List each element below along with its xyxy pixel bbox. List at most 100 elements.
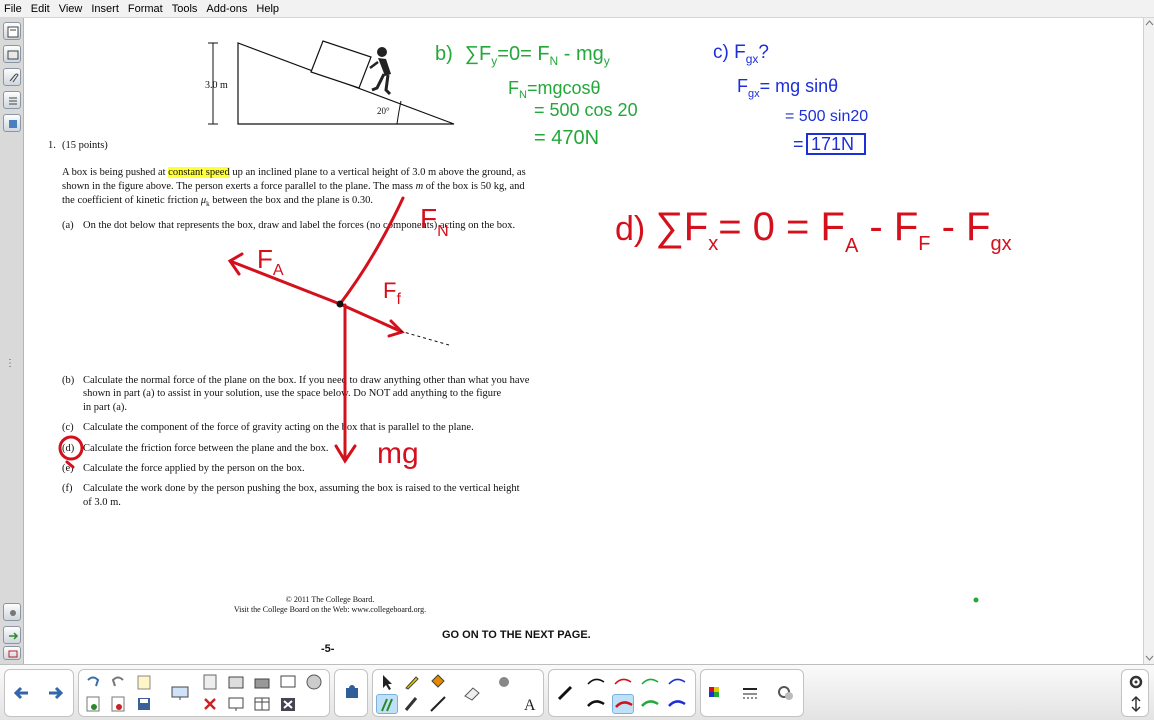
customize-button[interactable] — [775, 683, 797, 703]
fill-icon — [431, 674, 445, 688]
pen-preset-red-thick[interactable] — [612, 694, 634, 714]
clear-page-button[interactable] — [82, 694, 104, 714]
next-page-button[interactable] — [45, 683, 67, 703]
pen-tool[interactable] — [401, 672, 423, 692]
screen-shade-button[interactable] — [225, 694, 247, 714]
settings-button[interactable] — [1125, 672, 1147, 692]
screen-capture-icon — [228, 676, 244, 689]
menu-tools[interactable]: Tools — [172, 3, 198, 15]
highlighter-tool[interactable] — [401, 694, 423, 714]
line-style-icon — [743, 688, 757, 699]
save-button[interactable] — [133, 694, 155, 714]
pen-properties-group — [548, 669, 696, 717]
menu-insert[interactable]: Insert — [91, 3, 119, 15]
menu-edit[interactable]: Edit — [31, 3, 50, 15]
svg-text:d)∑Fx= 0 = FA - FF - Fgx: d) ∑Fx= 0 = FA - FF - Fgx — [615, 205, 1012, 257]
attachments-tab[interactable] — [3, 68, 21, 86]
menu-view[interactable]: View — [59, 3, 83, 15]
undo-button[interactable] — [82, 672, 104, 692]
undo-icon — [87, 676, 100, 687]
document-camera-button[interactable] — [251, 672, 273, 692]
customize-icon — [778, 686, 793, 700]
close-button[interactable] — [277, 694, 299, 714]
screen-shade-icon — [228, 697, 244, 711]
page-sorter-tab[interactable] — [3, 22, 21, 40]
incline-dash-line — [399, 330, 450, 346]
text-tool[interactable]: A — [518, 694, 540, 714]
gallery-tab[interactable] — [3, 45, 21, 63]
friction-force-arrow — [338, 302, 402, 333]
box-dot — [336, 300, 344, 308]
part-b-label: b) — [435, 43, 453, 65]
pen-preset-blue[interactable] — [666, 672, 688, 692]
record-icon — [280, 675, 296, 688]
highlighter-icon — [404, 697, 418, 711]
puzzle-icon — [346, 685, 358, 698]
whiteboard-page[interactable]: 3.0 m 20° 1. (15 points) A box is being … — [25, 18, 1143, 664]
fill-tool[interactable] — [427, 672, 449, 692]
swap-side-icon — [9, 632, 19, 640]
line-tool[interactable] — [427, 694, 449, 714]
monitor-icon — [171, 686, 189, 700]
pen-preset-green-thick[interactable] — [639, 694, 661, 714]
insert-page-button[interactable] — [133, 672, 155, 692]
previous-page-button[interactable] — [11, 683, 33, 703]
svg-text:= 500 cos 20: = 500 cos 20 — [534, 100, 638, 120]
record-button[interactable] — [277, 672, 299, 692]
delete-object-button[interactable] — [199, 694, 221, 714]
collapse-handle-icon[interactable]: ⋮ — [5, 358, 15, 369]
delete-page-button[interactable] — [107, 694, 129, 714]
part-d-circle — [58, 435, 84, 461]
svg-text:c) Fgx?: c) Fgx? — [713, 42, 769, 66]
redo-button[interactable] — [107, 672, 129, 692]
pen-preset-blue-thick-icon — [668, 700, 686, 707]
table-button[interactable] — [251, 694, 273, 714]
pen-preset-black[interactable] — [585, 672, 607, 692]
part-b-work: b) ∑Fy=0= FN - mgy FN=mgcosθ = 500 cos 20… — [435, 43, 638, 149]
select-tool[interactable] — [376, 672, 398, 692]
scroll-down-icon[interactable] — [1145, 655, 1154, 661]
pen-style-button[interactable] — [555, 683, 577, 703]
pen-preset-red[interactable] — [612, 672, 634, 692]
menu-format[interactable]: Format — [128, 3, 163, 15]
svg-text:= 470N: = 470N — [534, 127, 599, 149]
pen-preset-green-thick-icon — [641, 700, 659, 707]
menu-file[interactable]: File — [4, 3, 22, 15]
menu-help[interactable]: Help — [256, 3, 279, 15]
svg-text:Fgx= mg sinθ: Fgx= mg sinθ — [737, 76, 838, 100]
web-browser-button[interactable] — [303, 672, 325, 692]
pen-icon — [405, 676, 419, 690]
delete-icon — [111, 696, 125, 712]
pen-preset-green[interactable] — [639, 672, 661, 692]
menu-addons[interactable]: Add-ons — [206, 3, 247, 15]
document-camera-icon — [254, 678, 270, 689]
pen-preset-blue-thick[interactable] — [666, 694, 688, 714]
eraser-tool[interactable] — [461, 683, 483, 703]
fbd-normal-label: FN — [420, 203, 449, 240]
side-bottom-button-2[interactable] — [3, 626, 21, 644]
pen-preset-red-icon — [614, 678, 632, 685]
magic-pen-tool[interactable] — [493, 672, 515, 692]
side-bottom-button-1[interactable] — [3, 603, 21, 621]
screen-capture-button[interactable] — [225, 672, 247, 692]
properties-tab[interactable] — [3, 91, 21, 109]
select-icon — [383, 675, 392, 690]
line-style-button[interactable] — [739, 683, 761, 703]
pen-preset-black-thick[interactable] — [585, 694, 607, 714]
scroll-up-icon[interactable] — [1145, 20, 1154, 26]
tools-group: A — [372, 669, 544, 717]
paste-icon — [203, 674, 217, 690]
insert-page-icon — [137, 675, 151, 690]
display-button[interactable] — [169, 683, 191, 703]
pen-preset-black-thick-icon — [587, 700, 605, 707]
vertical-scrollbar[interactable] — [1143, 18, 1154, 664]
addon-group — [334, 669, 368, 717]
color-palette-button[interactable] — [705, 683, 727, 703]
pen-preset-blue-icon — [668, 678, 686, 685]
paste-button[interactable] — [199, 672, 221, 692]
side-bottom-button-3[interactable] — [3, 646, 21, 660]
addons-tab[interactable] — [3, 114, 21, 132]
creative-pen-tool[interactable] — [376, 694, 398, 714]
addon-button[interactable] — [341, 683, 363, 703]
move-toolbar-button[interactable] — [1125, 694, 1147, 714]
